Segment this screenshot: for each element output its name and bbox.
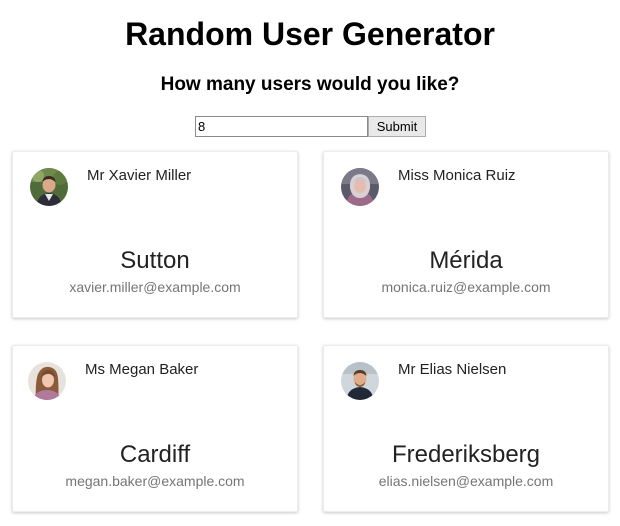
user-card: Mr Elias Nielsen Frederiksberg elias.nie… [323, 345, 609, 512]
person-photo-icon [341, 168, 379, 206]
user-name: Miss Monica Ruiz [398, 167, 516, 184]
person-photo-icon [28, 362, 66, 400]
user-count-prompt: How many users would you like? [160, 74, 460, 95]
user-card: Mr Xavier Miller Sutton xavier.miller@ex… [12, 151, 298, 318]
user-city: Mérida [429, 247, 503, 274]
user-email: monica.ruiz@example.com [381, 279, 551, 295]
person-photo-icon [30, 168, 68, 206]
user-email: xavier.miller@example.com [69, 279, 241, 295]
avatar [341, 362, 379, 400]
user-email: megan.baker@example.com [65, 473, 245, 489]
submit-button[interactable]: Submit [368, 116, 426, 137]
user-card: Ms Megan Baker Cardiff megan.baker@examp… [12, 345, 298, 512]
avatar [341, 168, 379, 206]
user-name: Mr Elias Nielsen [398, 361, 507, 378]
user-count-input[interactable] [195, 116, 368, 137]
person-photo-icon [341, 362, 379, 400]
user-card: Miss Monica Ruiz Mérida monica.ruiz@exam… [323, 151, 609, 318]
avatar [30, 168, 68, 206]
user-city: Frederiksberg [391, 441, 541, 468]
user-city: Sutton [120, 247, 190, 274]
page-title: Random User Generator [125, 16, 495, 52]
user-name: Ms Megan Baker [85, 361, 199, 378]
user-count-form: Submit [195, 116, 426, 137]
user-email: elias.nielsen@example.com [378, 473, 554, 489]
user-name: Mr Xavier Miller [87, 167, 192, 184]
avatar [28, 362, 66, 400]
user-city: Cardiff [119, 441, 191, 468]
